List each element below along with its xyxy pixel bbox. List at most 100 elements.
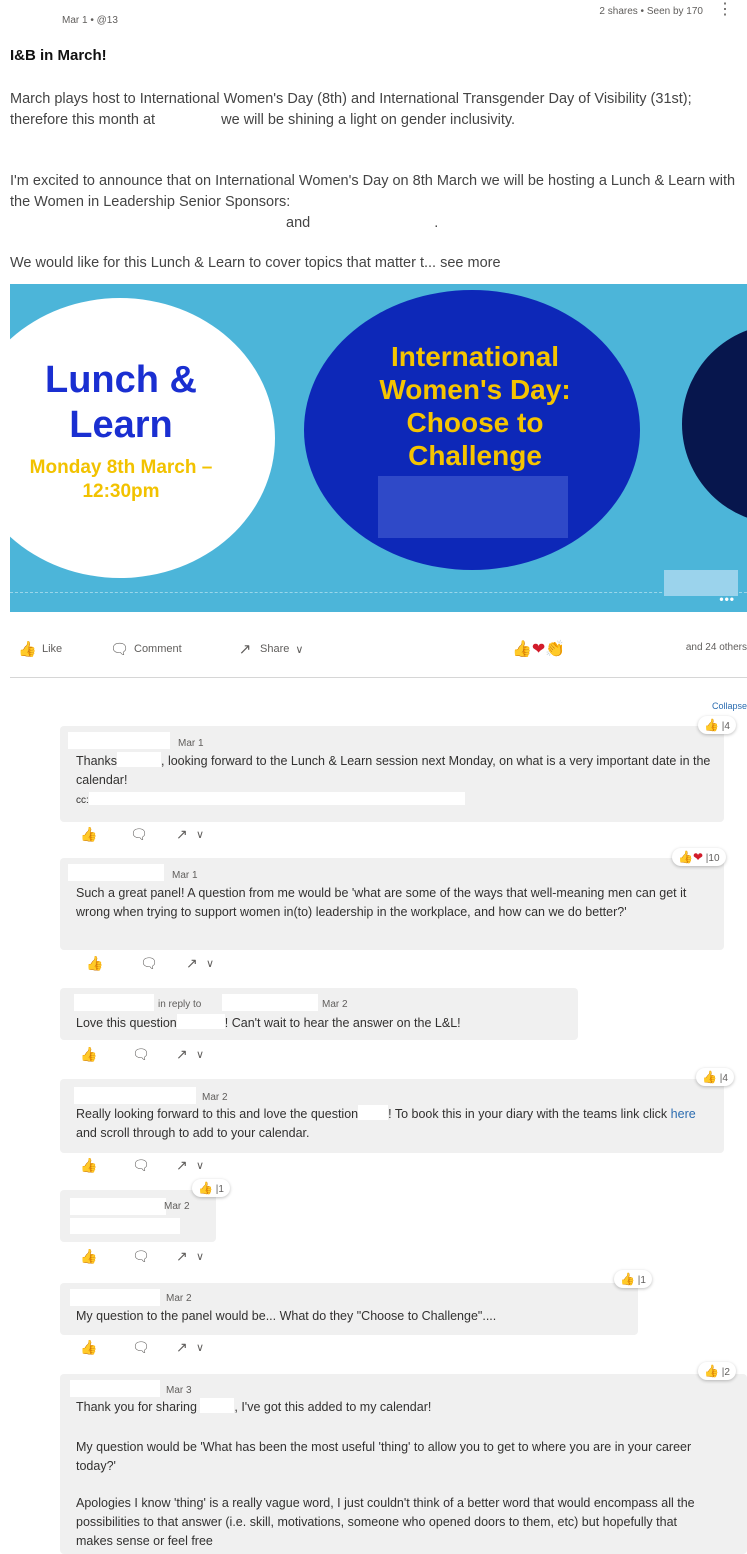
comment-like-icon[interactable]: 👍 (80, 1046, 97, 1063)
comment-share-chevron-icon[interactable]: ∨ (196, 828, 204, 841)
comment-like-icon[interactable]: 👍 (80, 1339, 97, 1356)
comment-4: Mar 2 Really looking forward to this and… (60, 1079, 724, 1153)
comment-4-actions: 👍 🗨 ↗ ∨ (80, 1157, 240, 1175)
comment-author-redacted[interactable] (70, 1380, 160, 1397)
like-reaction-icon: 👍 (704, 718, 719, 732)
event-banner-image[interactable]: Lunch & Learn Monday 8th March – 12:30pm… (10, 284, 747, 612)
comment-like-icon[interactable]: 👍 (80, 1248, 97, 1265)
comment-6-actions: 👍 🗨 ↗ ∨ (80, 1339, 240, 1357)
like-reaction-icon: 👍 (704, 1364, 719, 1378)
comment-5-reaction-pill[interactable]: 👍 |1 (192, 1179, 230, 1197)
comment-1-reaction-pill[interactable]: 👍 |4 (698, 716, 736, 734)
collapse-link[interactable]: Collapse (712, 701, 747, 711)
comment-date: Mar 1 (178, 738, 204, 749)
comment-text-paragraph-3: Apologies I know 'thing' is a really vag… (76, 1496, 695, 1548)
comment-reply-icon[interactable]: 🗨 (130, 826, 148, 843)
comment-4-reaction-pill[interactable]: 👍 |4 (696, 1068, 734, 1086)
comment-author-redacted[interactable] (74, 1087, 196, 1104)
reaction-count: 4 (722, 1073, 728, 1084)
comment-text-b: , looking forward to the Lunch & Learn s… (76, 754, 711, 787)
comment-liked-icon[interactable]: 👍 (86, 955, 103, 972)
comment-share-icon[interactable]: ↗ (176, 1339, 188, 1356)
like-label: Like (42, 643, 63, 655)
reactors-count[interactable]: and 24 others (686, 642, 747, 653)
comment-body-redacted (70, 1218, 180, 1234)
like-reaction-icon: 👍 (620, 1272, 635, 1286)
post-reactions-summary[interactable]: 👍❤👏 (512, 639, 565, 659)
comment-text-b: ! Can't wait to hear the answer on the L… (224, 1016, 461, 1030)
share-icon: ↗ (238, 641, 252, 658)
comment-date: Mar 2 (164, 1201, 190, 1212)
comment-reply-icon[interactable]: 🗨 (132, 1157, 150, 1174)
comment-author-redacted[interactable] (70, 1289, 160, 1306)
like-reaction-icon: 👍 (512, 641, 532, 658)
comment-author-redacted[interactable] (70, 1198, 166, 1215)
comment-text-c: and scroll through to add to your calend… (76, 1126, 310, 1140)
redacted-mention (358, 1105, 389, 1120)
comment-2-actions: 👍 🗨 ↗ ∨ (86, 955, 246, 973)
comment-share-icon[interactable]: ↗ (186, 955, 198, 972)
comment-share-icon[interactable]: ↗ (176, 826, 188, 843)
comment-author-redacted[interactable] (68, 864, 164, 881)
banner-divider (10, 592, 747, 593)
comment-share-icon[interactable]: ↗ (176, 1157, 188, 1174)
banner-lunch-date: Monday 8th March – 12:30pm (29, 457, 213, 502)
comment-text-a: Really looking forward to this and love … (76, 1107, 359, 1121)
reaction-count: 10 (708, 853, 720, 864)
comment-2: Mar 1 Such a great panel! A question fro… (60, 858, 724, 950)
more-options-icon[interactable]: ⋮ (717, 2, 733, 18)
like-reaction-icon: 👍 (678, 850, 693, 864)
here-link[interactable]: here (671, 1107, 696, 1121)
comment-text-b: , I've got this added to my calendar! (234, 1400, 432, 1414)
comment-reply-icon[interactable]: 🗨 (132, 1046, 150, 1063)
reaction-count: 1 (640, 1275, 646, 1286)
comment-label: Comment (134, 643, 182, 655)
post-paragraph-1-text-b: we will be shining a light on gender inc… (221, 112, 516, 128)
comment-icon: 🗨 (110, 641, 130, 658)
comment-6: Mar 2 My question to the panel would be.… (60, 1283, 638, 1335)
post-paragraph-1: March plays host to International Women'… (10, 89, 740, 131)
comment-7-reaction-pill[interactable]: 👍 |2 (698, 1362, 736, 1380)
like-button[interactable]: 👍 Like (18, 640, 62, 658)
comment-share-chevron-icon[interactable]: ∨ (206, 957, 214, 970)
share-button[interactable]: ↗ Share ∨ (236, 640, 304, 658)
comment-cc: cc: (76, 795, 89, 806)
see-more-link[interactable]: see more (440, 255, 500, 271)
comment-share-chevron-icon[interactable]: ∨ (196, 1048, 204, 1061)
comment-3-actions: 👍 🗨 ↗ ∨ (80, 1046, 240, 1064)
comment-reply-icon[interactable]: 🗨 (140, 955, 158, 972)
post-meta: Mar 1 • @13 (62, 15, 118, 26)
comment-reply-icon[interactable]: 🗨 (132, 1248, 150, 1265)
clap-reaction-icon: 👏 (545, 641, 566, 658)
comment-like-icon[interactable]: 👍 (80, 826, 97, 843)
comment-author-redacted[interactable] (74, 994, 154, 1011)
comment-author-redacted[interactable] (68, 732, 170, 749)
like-icon: 👍 (18, 641, 37, 658)
comment-text-a: Love this question (76, 1016, 177, 1030)
comment-text: My question to the panel would be... Wha… (76, 1309, 497, 1323)
post-title: I&B in March! (10, 47, 107, 64)
comment-button[interactable]: 🗨 Comment (110, 640, 182, 658)
comment-share-chevron-icon[interactable]: ∨ (196, 1250, 204, 1263)
comment-share-chevron-icon[interactable]: ∨ (196, 1159, 204, 1172)
comment-6-reaction-pill[interactable]: 👍 |1 (614, 1270, 652, 1288)
comment-share-icon[interactable]: ↗ (176, 1046, 188, 1063)
post-paragraph-3-text: We would like for this Lunch & Learn to … (10, 255, 437, 271)
comment-2-reaction-pill[interactable]: 👍❤ |10 (672, 848, 726, 866)
post-stats[interactable]: 2 shares • Seen by 170 (599, 6, 703, 17)
post-divider (10, 677, 747, 678)
comment-text: Thank you for sharing , I've got this ad… (76, 1398, 706, 1417)
comment-like-icon[interactable]: 👍 (80, 1157, 97, 1174)
post-paragraph-3: We would like for this Lunch & Learn to … (10, 253, 740, 274)
banner-more-icon[interactable]: ••• (719, 592, 735, 606)
reaction-count: 4 (724, 721, 730, 732)
post-paragraph-2-text: I'm excited to announce that on Internat… (10, 173, 736, 210)
redacted-cc-list (88, 792, 465, 805)
comment-1: Mar 1 Thanks, looking forward to the Lun… (60, 726, 724, 822)
comment-share-icon[interactable]: ↗ (176, 1248, 188, 1265)
reply-target-redacted[interactable] (222, 994, 318, 1011)
comment-share-chevron-icon[interactable]: ∨ (196, 1341, 204, 1354)
comment-reply-icon[interactable]: 🗨 (132, 1339, 150, 1356)
comment-date: Mar 3 (166, 1385, 192, 1396)
comment-date: Mar 2 (202, 1092, 228, 1103)
